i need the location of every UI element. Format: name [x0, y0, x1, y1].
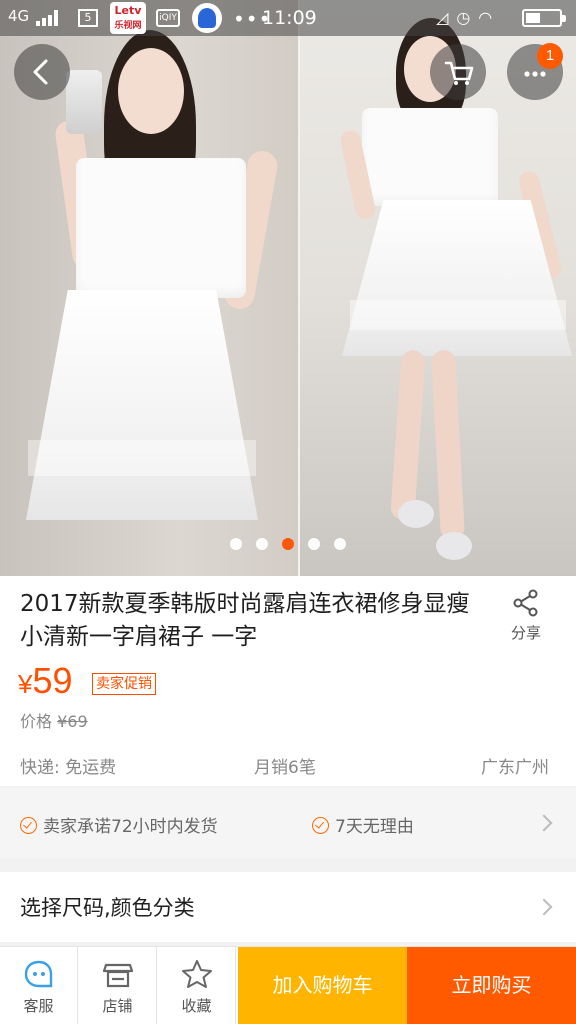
currency-symbol: ¥ — [18, 669, 33, 699]
model-face — [118, 48, 184, 134]
iqiyi-app-icon: iQIY — [156, 9, 180, 27]
customer-service-label: 客服 — [23, 997, 54, 1015]
dress-hem — [350, 300, 566, 330]
clock: 11:09 — [262, 7, 317, 29]
guarantee-item: 卖家承诺72小时内发货 — [20, 812, 218, 837]
iqiyi-logo-text: iQIY — [159, 13, 177, 23]
product-info: 2017新款夏季韩版时尚露肩连衣裙修身显瘦小清新一字肩裙子 一字 分享 ¥59 … — [0, 576, 576, 786]
original-price-label: 价格 — [20, 712, 53, 731]
status-bar: 4G 5 Letv 乐视网 iQIY ••• 11:09 ◿◷◠ — [0, 0, 576, 36]
back-icon — [33, 59, 48, 85]
chevron-right-icon — [535, 814, 553, 832]
check-icon — [20, 817, 37, 834]
promo-tag: 卖家促销 — [92, 673, 156, 695]
shoe — [398, 500, 434, 528]
buy-now-button[interactable]: 立即购买 — [407, 947, 576, 1024]
product-image-gallery[interactable]: 4G 5 Letv 乐视网 iQIY ••• 11:09 ◿◷◠ 1 — [0, 0, 576, 576]
guarantee-text: 7天无理由 — [335, 817, 414, 837]
pager-dot[interactable] — [256, 538, 268, 550]
favorite-button[interactable]: 收藏 — [158, 947, 236, 1024]
model-leg — [431, 349, 465, 541]
phone — [66, 70, 102, 134]
price-value: 59 — [32, 660, 73, 701]
service-guarantees[interactable]: 卖家承诺72小时内发货 7天无理由 — [0, 788, 576, 858]
service-icon — [24, 960, 52, 988]
app-notification-icon — [192, 3, 222, 33]
signal-icon — [36, 10, 62, 26]
shop-label: 店铺 — [102, 997, 133, 1015]
pager-dot[interactable] — [308, 538, 320, 550]
check-icon — [312, 817, 329, 834]
pager-dot[interactable] — [230, 538, 242, 550]
letv-logo-subtext: 乐视网 — [114, 21, 142, 31]
letv-app-icon: Letv 乐视网 — [110, 2, 146, 34]
guarantee-text: 卖家承诺72小时内发货 — [43, 817, 218, 837]
chevron-right-icon — [535, 898, 553, 916]
model-leg — [390, 349, 426, 521]
cart-icon — [444, 61, 474, 85]
shop-icon — [102, 963, 133, 988]
monthly-sales: 月销6笔 — [254, 758, 316, 778]
mute-icon: ◿ — [436, 8, 457, 27]
shoe — [436, 532, 472, 560]
share-label: 分享 — [510, 624, 541, 642]
notification-icon: 5 — [78, 9, 98, 27]
guarantee-item: 7天无理由 — [312, 812, 414, 837]
cart-count-badge: 1 — [537, 43, 563, 69]
status-icons: ◿◷◠ — [436, 8, 500, 27]
sku-selector[interactable]: 选择尺码,颜色分类 — [0, 872, 576, 942]
sku-label: 选择尺码,颜色分类 — [20, 896, 195, 920]
price: ¥59 — [18, 660, 73, 702]
shipping-info: 快递: 免运费 — [20, 758, 117, 778]
customer-service-button[interactable]: 客服 — [0, 947, 78, 1024]
dress-skirt — [26, 290, 258, 520]
share-icon — [513, 589, 538, 617]
original-price-value: ¥69 — [57, 712, 88, 731]
original-price: 价格 ¥69 — [20, 708, 88, 732]
back-button[interactable] — [14, 44, 70, 100]
shop-button[interactable]: 店铺 — [79, 947, 157, 1024]
share-button[interactable]: 分享 — [500, 588, 552, 643]
wifi-icon: ◠ — [478, 8, 501, 27]
dress-bodice — [362, 108, 498, 206]
cart-button[interactable] — [430, 44, 486, 100]
letv-logo-text: Letv — [114, 4, 142, 17]
battery-icon — [522, 9, 566, 27]
favorite-label: 收藏 — [181, 997, 212, 1015]
network-type: 4G — [8, 7, 30, 25]
bottom-action-bar: 客服 店铺 收藏 加入购物车 立即购买 — [0, 946, 576, 1024]
ship-from-location: 广东广州 — [481, 758, 549, 778]
add-to-cart-button[interactable]: 加入购物车 — [238, 947, 407, 1024]
alarm-icon: ◷ — [456, 8, 479, 27]
product-title: 2017新款夏季韩版时尚露肩连衣裙修身显瘦小清新一字肩裙子 一字 — [20, 591, 470, 650]
dress-hem — [28, 440, 256, 476]
pager-dot-active[interactable] — [282, 538, 294, 550]
dress-bodice — [76, 158, 246, 298]
star-icon — [181, 960, 212, 988]
pager-dot[interactable] — [334, 538, 346, 550]
